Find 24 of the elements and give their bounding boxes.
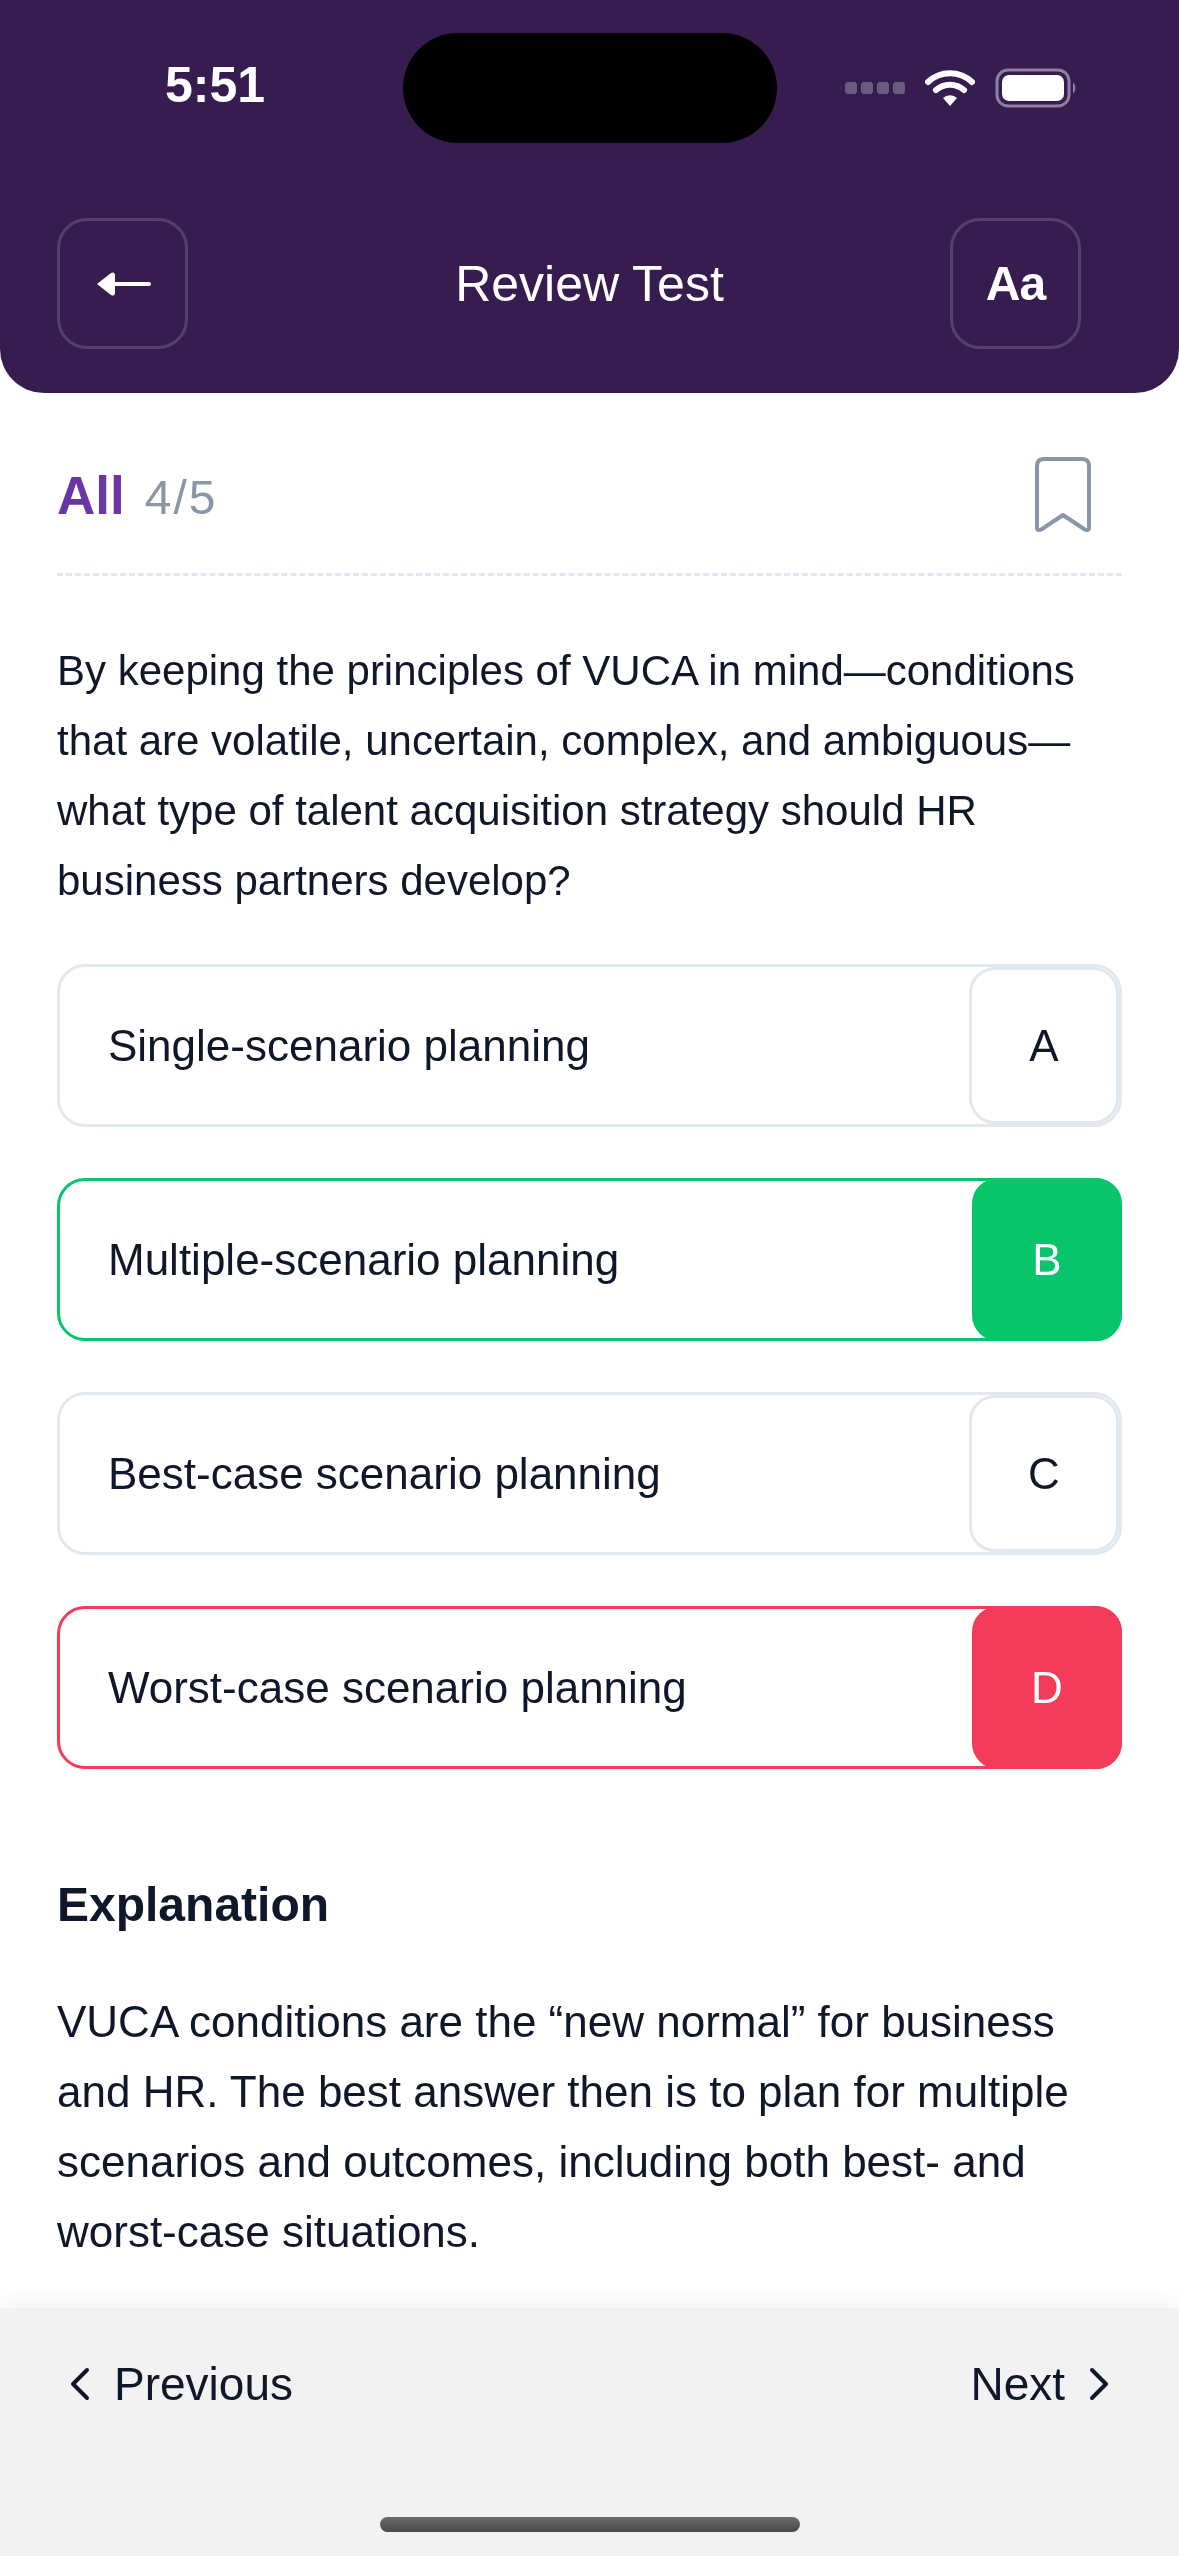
chevron-right-icon [1089, 2367, 1109, 2401]
option-letter-badge: B [972, 1178, 1122, 1341]
status-time: 5:51 [163, 56, 267, 114]
question-text: By keeping the principles of VUCA in mind—conditions that are volatile, uncertain, complex, and ambiguous—what type of talent acquisition strategy should HR business partners develop? [57, 646, 1076, 906]
question-counter: 4/5 [144, 469, 218, 525]
answer-option[interactable]: Best-case scenario planning C [57, 1392, 1122, 1555]
option-letter-badge: A [969, 967, 1119, 1124]
signal-icon [845, 81, 905, 95]
text-size-button[interactable]: Aa [950, 218, 1081, 349]
back-button[interactable] [57, 218, 188, 349]
wifi-icon [925, 69, 975, 107]
answer-option[interactable]: Multiple-scenario planning B [57, 1178, 1122, 1341]
previous-button[interactable]: Previous [70, 2357, 293, 2411]
screen-title: Review Test [455, 254, 724, 313]
filter-label: All [57, 464, 125, 526]
explanation-text: VUCA conditions are the “new normal” for business and HR. The best answer then is to plan for multiple scenarios and outcomes, including both best- and worst-case situations. [57, 1996, 1070, 2258]
bookmark-icon[interactable] [1035, 457, 1091, 533]
answer-option[interactable]: Worst-case scenario planning D [57, 1606, 1122, 1769]
option-letter-badge: C [969, 1395, 1119, 1552]
answer-option[interactable]: Single-scenario planning A [57, 964, 1122, 1127]
explanation-heading: Explanation [57, 1877, 331, 1933]
chevron-left-icon [70, 2367, 90, 2401]
next-button[interactable]: Next [970, 2357, 1109, 2411]
option-letter-badge: D [972, 1606, 1122, 1769]
